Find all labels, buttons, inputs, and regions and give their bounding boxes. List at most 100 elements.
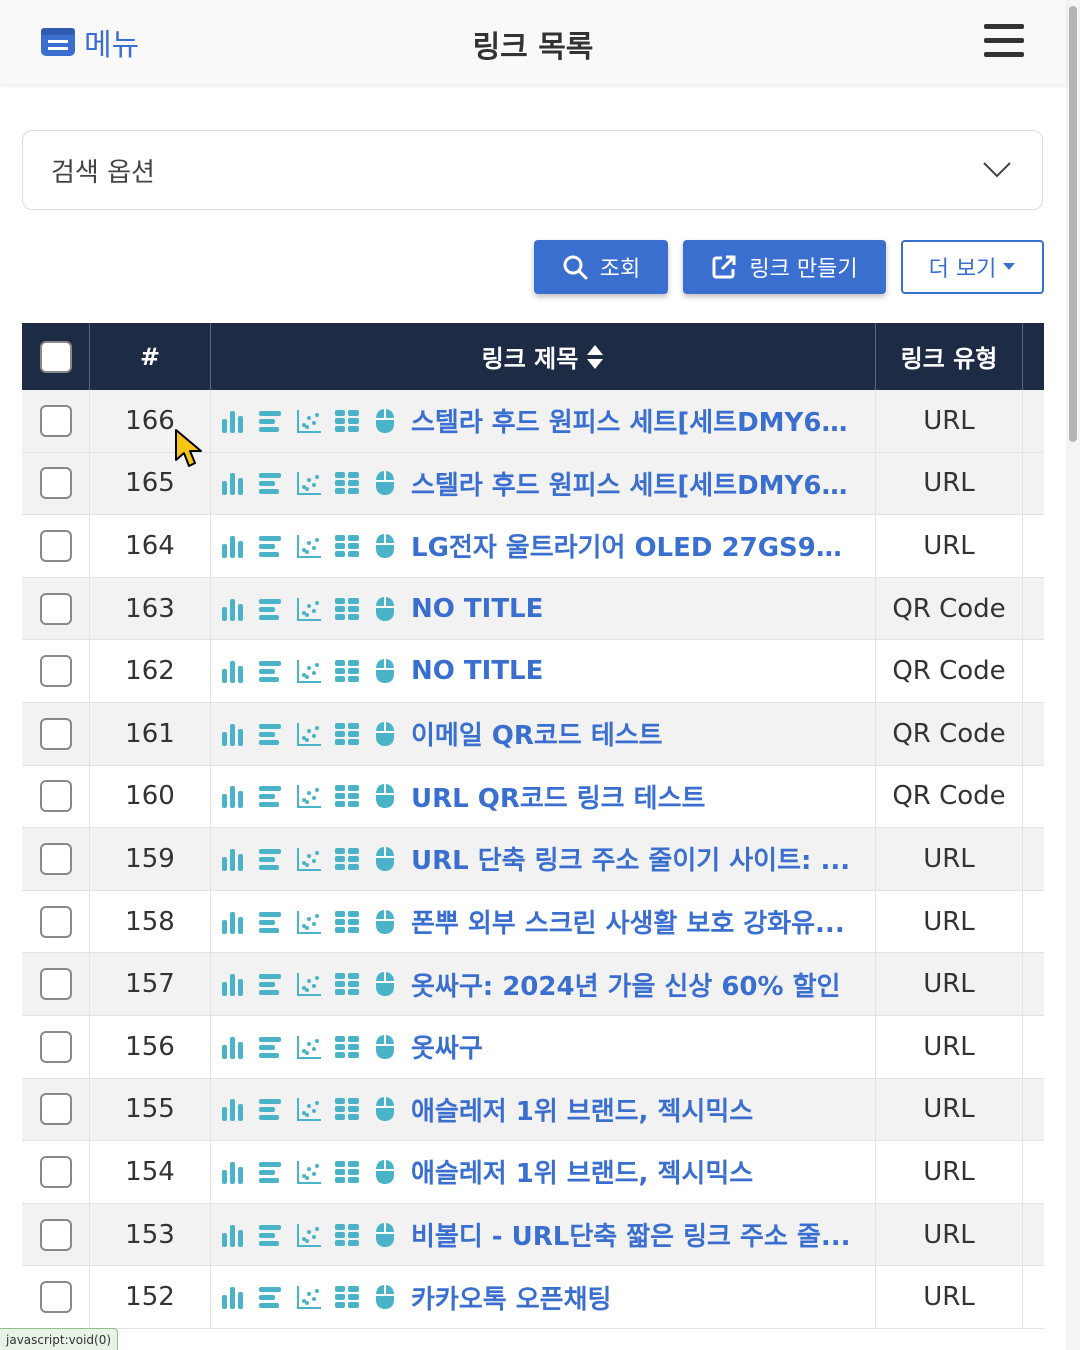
bar-chart-icon[interactable]	[219, 970, 247, 998]
scatter-chart-icon[interactable]	[295, 845, 323, 873]
row-checkbox[interactable]	[39, 404, 72, 437]
search-options-toggle[interactable]: 검색 옵션	[22, 130, 1043, 210]
grid-icon[interactable]	[333, 595, 361, 623]
mouse-icon[interactable]	[371, 1158, 399, 1186]
row-checkbox[interactable]	[39, 717, 72, 750]
row-checkbox[interactable]	[39, 842, 72, 875]
mouse-icon[interactable]	[371, 595, 399, 623]
link-title[interactable]: URL 단축 링크 주소 줄이기 사이트: ...	[411, 840, 850, 877]
bar-chart-icon[interactable]	[219, 908, 247, 936]
mouse-icon[interactable]	[371, 469, 399, 497]
link-title[interactable]: URL QR코드 링크 테스트	[411, 778, 705, 815]
scatter-chart-icon[interactable]	[295, 1283, 323, 1311]
horizontal-bar-icon[interactable]	[257, 845, 285, 873]
grid-icon[interactable]	[333, 720, 361, 748]
horizontal-bar-icon[interactable]	[257, 657, 285, 685]
horizontal-bar-icon[interactable]	[257, 1033, 285, 1061]
bar-chart-icon[interactable]	[219, 1095, 247, 1123]
row-checkbox[interactable]	[39, 1093, 72, 1126]
link-title[interactable]: NO TITLE	[411, 594, 543, 624]
scatter-chart-icon[interactable]	[295, 469, 323, 497]
scatter-chart-icon[interactable]	[295, 970, 323, 998]
grid-icon[interactable]	[333, 1095, 361, 1123]
bar-chart-icon[interactable]	[219, 532, 247, 560]
mouse-icon[interactable]	[371, 1095, 399, 1123]
horizontal-bar-icon[interactable]	[257, 1283, 285, 1311]
select-all-checkbox[interactable]	[39, 340, 72, 373]
bar-chart-icon[interactable]	[219, 1033, 247, 1061]
horizontal-bar-icon[interactable]	[257, 970, 285, 998]
bar-chart-icon[interactable]	[219, 1221, 247, 1249]
link-title[interactable]: 애슬레저 1위 브랜드, 젝시믹스	[411, 1153, 753, 1190]
horizontal-bar-icon[interactable]	[257, 1158, 285, 1186]
bar-chart-icon[interactable]	[219, 1283, 247, 1311]
link-title[interactable]: 스텔라 후드 원피스 세트[세트DMY69]	[411, 465, 851, 502]
row-checkbox[interactable]	[39, 529, 72, 562]
horizontal-bar-icon[interactable]	[257, 1095, 285, 1123]
bar-chart-icon[interactable]	[219, 782, 247, 810]
grid-icon[interactable]	[333, 1221, 361, 1249]
mouse-icon[interactable]	[371, 720, 399, 748]
search-button[interactable]: 조회	[534, 240, 668, 294]
scatter-chart-icon[interactable]	[295, 595, 323, 623]
hamburger-menu-icon[interactable]	[984, 24, 1024, 58]
link-title[interactable]: 카카오톡 오픈채팅	[411, 1279, 611, 1316]
more-dropdown-button[interactable]: 더 보기	[901, 240, 1044, 294]
bar-chart-icon[interactable]	[219, 595, 247, 623]
mouse-icon[interactable]	[371, 407, 399, 435]
scatter-chart-icon[interactable]	[295, 532, 323, 560]
link-title[interactable]: 비볼디 - URL단축 짧은 링크 주소 줄...	[411, 1216, 850, 1253]
link-title[interactable]: 폰뿌 외부 스크린 사생활 보호 강화유...	[411, 903, 845, 940]
scatter-chart-icon[interactable]	[295, 1221, 323, 1249]
horizontal-bar-icon[interactable]	[257, 469, 285, 497]
mouse-icon[interactable]	[371, 532, 399, 560]
grid-icon[interactable]	[333, 782, 361, 810]
row-checkbox[interactable]	[39, 905, 72, 938]
link-title[interactable]: 옷싸구: 2024년 가을 신상 60% 할인	[411, 966, 840, 1003]
link-title[interactable]: LG전자 울트라기어 OLED 27GS95...	[411, 527, 851, 564]
scrollbar-thumb[interactable]	[1069, 6, 1077, 442]
mouse-icon[interactable]	[371, 1283, 399, 1311]
horizontal-bar-icon[interactable]	[257, 532, 285, 560]
bar-chart-icon[interactable]	[219, 407, 247, 435]
bar-chart-icon[interactable]	[219, 845, 247, 873]
horizontal-bar-icon[interactable]	[257, 720, 285, 748]
row-checkbox[interactable]	[39, 968, 72, 1001]
header-title[interactable]: 링크 제목	[211, 323, 876, 390]
row-checkbox[interactable]	[39, 1030, 72, 1063]
horizontal-bar-icon[interactable]	[257, 407, 285, 435]
mouse-icon[interactable]	[371, 970, 399, 998]
horizontal-bar-icon[interactable]	[257, 1221, 285, 1249]
horizontal-bar-icon[interactable]	[257, 595, 285, 623]
scatter-chart-icon[interactable]	[295, 908, 323, 936]
grid-icon[interactable]	[333, 845, 361, 873]
grid-icon[interactable]	[333, 1283, 361, 1311]
scatter-chart-icon[interactable]	[295, 1033, 323, 1061]
link-title[interactable]: 옷싸구	[411, 1028, 483, 1065]
grid-icon[interactable]	[333, 1033, 361, 1061]
mouse-icon[interactable]	[371, 782, 399, 810]
bar-chart-icon[interactable]	[219, 1158, 247, 1186]
grid-icon[interactable]	[333, 469, 361, 497]
row-checkbox[interactable]	[39, 467, 72, 500]
link-title[interactable]: 스텔라 후드 원피스 세트[세트DMY69]	[411, 402, 851, 439]
grid-icon[interactable]	[333, 908, 361, 936]
mouse-icon[interactable]	[371, 908, 399, 936]
link-title[interactable]: 애슬레저 1위 브랜드, 젝시믹스	[411, 1091, 753, 1128]
mouse-icon[interactable]	[371, 845, 399, 873]
scatter-chart-icon[interactable]	[295, 1095, 323, 1123]
grid-icon[interactable]	[333, 1158, 361, 1186]
horizontal-bar-icon[interactable]	[257, 782, 285, 810]
mouse-icon[interactable]	[371, 1033, 399, 1061]
scatter-chart-icon[interactable]	[295, 407, 323, 435]
grid-icon[interactable]	[333, 657, 361, 685]
row-checkbox[interactable]	[39, 1218, 72, 1251]
row-checkbox[interactable]	[39, 1155, 72, 1188]
bar-chart-icon[interactable]	[219, 720, 247, 748]
scatter-chart-icon[interactable]	[295, 720, 323, 748]
grid-icon[interactable]	[333, 532, 361, 560]
scatter-chart-icon[interactable]	[295, 782, 323, 810]
link-title[interactable]: 이메일 QR코드 테스트	[411, 715, 663, 752]
grid-icon[interactable]	[333, 407, 361, 435]
grid-icon[interactable]	[333, 970, 361, 998]
